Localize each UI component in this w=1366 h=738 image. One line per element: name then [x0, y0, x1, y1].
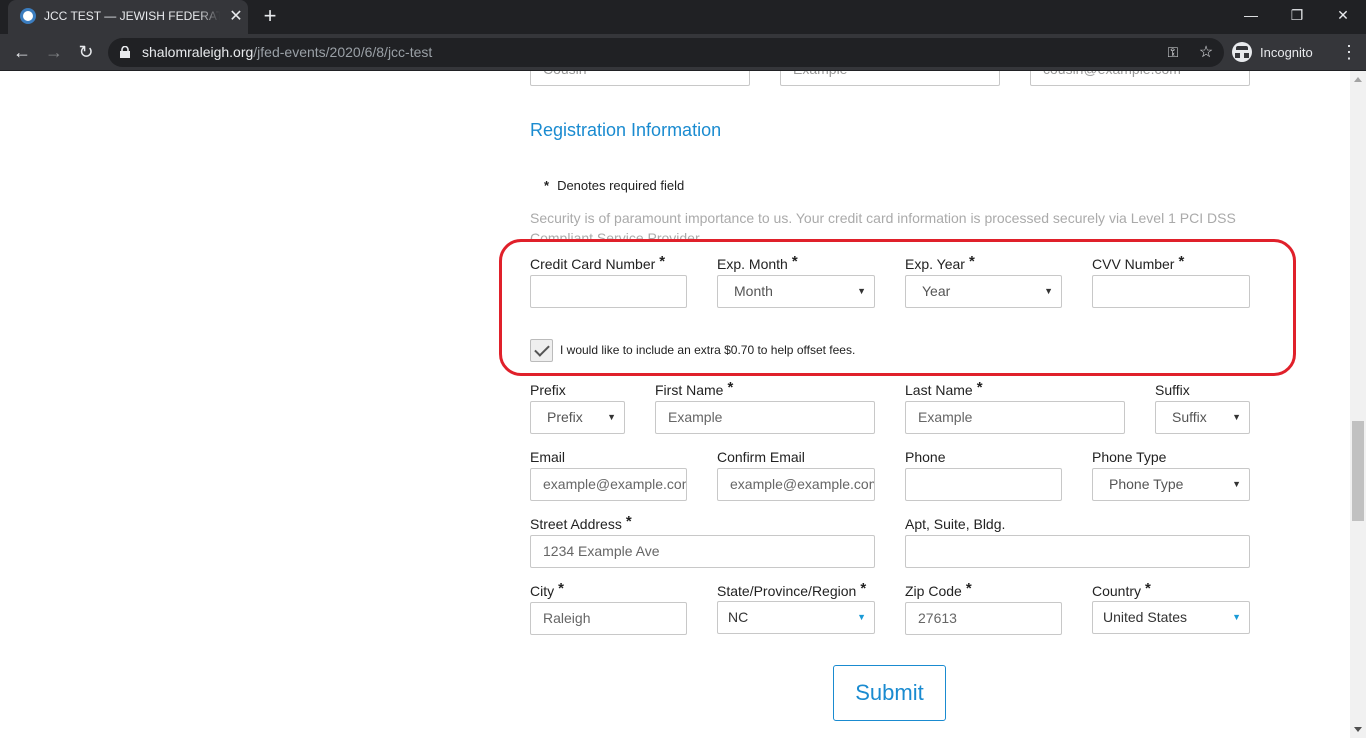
zip-code-input[interactable]: 27613: [905, 602, 1062, 635]
state-label-text: State/Province/Region: [717, 583, 857, 599]
first-name-input[interactable]: Example: [655, 401, 875, 434]
city-input[interactable]: Raleigh: [530, 602, 687, 635]
state-select[interactable]: NC ▼: [717, 601, 875, 634]
first-name-label: First Name *: [655, 379, 734, 399]
first-name-label-text: First Name: [655, 382, 724, 398]
required-star: *: [625, 513, 632, 530]
city-label: City *: [530, 580, 564, 600]
security-notice: Security is of paramount importance to u…: [530, 210, 1236, 240]
address-bar[interactable]: shalomraleigh.org/jfed-events/2020/6/8/j…: [108, 38, 1224, 67]
restore-window-button[interactable]: ❐: [1274, 0, 1320, 30]
highlight-annotation: [499, 239, 1296, 376]
prefix-value: Prefix: [547, 409, 583, 425]
section-title: Registration Information: [530, 120, 722, 140]
country-label: Country *: [1092, 580, 1151, 600]
chevron-down-icon: ▼: [1232, 479, 1241, 489]
incognito-label: Incognito: [1260, 44, 1313, 60]
country-label-text: Country: [1092, 583, 1142, 599]
bookmark-star-icon[interactable]: ☆: [1196, 42, 1216, 62]
phone-type-select[interactable]: Phone Type ▼: [1092, 468, 1250, 501]
required-star: *: [1145, 580, 1151, 597]
page-scrollbar[interactable]: [1350, 71, 1366, 738]
relative-email-field[interactable]: cousin@example.com: [1030, 71, 1250, 86]
country-value: United States: [1103, 609, 1188, 625]
chevron-down-icon: ▼: [607, 412, 616, 422]
required-star: *: [860, 580, 867, 597]
close-tab-icon[interactable]: ✕: [226, 7, 246, 27]
required-star: *: [558, 580, 564, 597]
forward-arrow-icon[interactable]: →: [41, 39, 67, 65]
scrollbar-thumb[interactable]: [1352, 421, 1364, 521]
close-window-button[interactable]: ✕: [1320, 0, 1366, 30]
apt-suite-input[interactable]: [905, 535, 1250, 568]
phone-input[interactable]: [905, 468, 1062, 501]
key-icon[interactable]: ⚿: [1164, 44, 1182, 62]
zip-code-label-text: Zip Code: [905, 583, 962, 599]
city-label-text: City: [530, 583, 555, 599]
incognito-indicator[interactable]: Incognito: [1232, 38, 1313, 66]
chevron-down-icon: ▼: [1232, 612, 1241, 622]
email-input[interactable]: example@example.com: [530, 468, 687, 501]
incognito-icon: [1232, 42, 1252, 62]
chevron-down-icon: ▼: [857, 612, 866, 622]
url-host: shalomraleigh.org: [142, 44, 254, 60]
state-label: State/Province/Region *: [717, 580, 867, 600]
phone-label: Phone: [905, 449, 946, 465]
reload-icon[interactable]: ↻: [73, 39, 99, 65]
new-tab-button[interactable]: +: [258, 5, 282, 29]
phone-type-value: Phone Type: [1109, 476, 1184, 492]
required-star: *: [976, 379, 983, 396]
tab-title: JCC TEST — JEWISH FEDERATION OF RALEIGH-…: [44, 9, 220, 25]
country-select[interactable]: United States ▼: [1092, 601, 1250, 634]
required-note-text: Denotes required field: [557, 178, 685, 193]
required-star: *: [727, 379, 734, 396]
submit-button[interactable]: Submit: [833, 665, 946, 721]
scroll-down-arrow-icon[interactable]: [1354, 727, 1362, 732]
browser-toolbar: ← → ↻ shalomraleigh.org/jfed-events/2020…: [0, 34, 1366, 71]
chevron-down-icon: ▼: [1232, 412, 1241, 422]
relationship-field[interactable]: Cousin: [530, 71, 750, 86]
required-star: *: [965, 580, 972, 597]
page-content: Cousin Example cousin@example.com Regist…: [0, 71, 1350, 738]
street-address-input[interactable]: 1234 Example Ave: [530, 535, 875, 568]
url-text: shalomraleigh.org/jfed-events/2020/6/8/j…: [142, 44, 432, 60]
last-name-input[interactable]: Example: [905, 401, 1125, 434]
confirm-email-label: Confirm Email: [717, 449, 805, 465]
suffix-select[interactable]: Suffix ▼: [1155, 401, 1250, 434]
url-path: /jfed-events/2020/6/8/jcc-test: [253, 44, 433, 60]
state-value: NC: [728, 609, 749, 625]
minimize-window-button[interactable]: —: [1228, 0, 1274, 30]
browser-menu-icon[interactable]: ⋮: [1340, 40, 1358, 64]
suffix-label: Suffix: [1155, 382, 1190, 398]
zip-code-label: Zip Code *: [905, 580, 972, 600]
apt-suite-label: Apt, Suite, Bldg.: [905, 516, 1006, 532]
email-label: Email: [530, 449, 566, 465]
suffix-value: Suffix: [1172, 409, 1207, 425]
phone-type-label: Phone Type: [1092, 449, 1167, 465]
scroll-up-arrow-icon[interactable]: [1354, 77, 1362, 82]
last-name-label-text: Last Name: [905, 382, 973, 398]
browser-tab[interactable]: JCC TEST — JEWISH FEDERATION OF RALEIGH-…: [8, 0, 248, 34]
street-address-label-text: Street Address: [530, 516, 622, 532]
required-star: *: [544, 178, 550, 193]
street-address-label: Street Address *: [530, 513, 632, 533]
back-arrow-icon[interactable]: ←: [9, 39, 35, 65]
lock-icon: [120, 46, 130, 58]
required-note: * Denotes required field: [544, 178, 684, 193]
last-name-label: Last Name *: [905, 379, 983, 399]
prefix-label: Prefix: [530, 382, 566, 398]
prefix-select[interactable]: Prefix ▼: [530, 401, 625, 434]
tab-strip: JCC TEST — JEWISH FEDERATION OF RALEIGH-…: [0, 0, 1366, 34]
relative-last-name-field[interactable]: Example: [780, 71, 1000, 86]
confirm-email-input[interactable]: example@example.com: [717, 468, 875, 501]
site-favicon-icon: [20, 8, 36, 24]
